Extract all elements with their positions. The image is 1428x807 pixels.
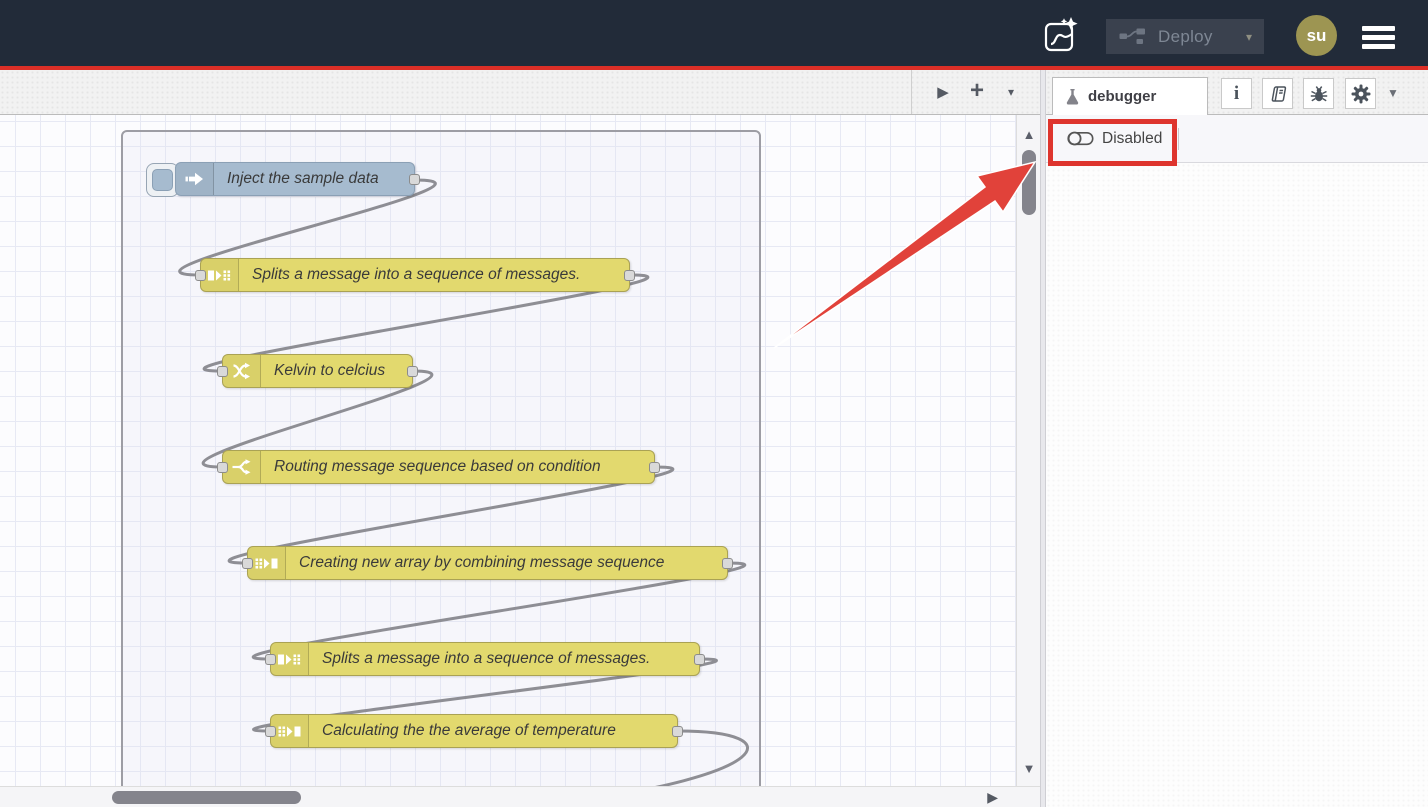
flow-tabbar: ▶ + ▾ <box>0 70 1040 115</box>
split-icon <box>201 259 239 291</box>
node-output-port[interactable] <box>694 654 705 665</box>
join-icon <box>271 715 309 747</box>
tab-debugger[interactable]: debugger <box>1052 77 1208 115</box>
info-button[interactable]: i <box>1221 78 1252 109</box>
annotation-red-underline <box>0 66 1428 70</box>
deploy-options-chevron-icon[interactable]: ▾ <box>1234 30 1252 44</box>
node-output-port[interactable] <box>407 366 418 377</box>
menu-bar <box>1362 44 1395 49</box>
book-icon <box>1268 85 1288 103</box>
node-input-port[interactable] <box>265 654 276 665</box>
scroll-tabs-right-icon[interactable]: ▶ <box>926 83 960 101</box>
add-flow-button[interactable]: + <box>960 77 994 105</box>
toolbar-separator <box>1178 128 1179 150</box>
debug-toolbar: Disabled <box>1046 115 1428 163</box>
flow-node-change[interactable]: Kelvin to celcius <box>222 354 413 388</box>
node-label: Splits a message into a sequence of mess… <box>239 259 594 291</box>
scroll-right-icon[interactable]: ▶ <box>987 789 998 806</box>
scroll-up-icon[interactable]: ▲ <box>1017 127 1041 142</box>
flow-canvas[interactable]: Inject the sample data Splits a message … <box>0 115 1016 786</box>
sidebar-tabrow: debugger i <box>1046 70 1428 115</box>
inject-trigger-inner <box>152 169 173 191</box>
flow-node-split[interactable]: Splits a message into a sequence of mess… <box>200 258 630 292</box>
node-output-port[interactable] <box>722 558 733 569</box>
menu-bar <box>1362 35 1395 40</box>
node-label: Inject the sample data <box>214 163 393 195</box>
tab-debugger-label: debugger <box>1088 88 1156 105</box>
node-label: Creating new array by combining message … <box>286 547 678 579</box>
node-input-port[interactable] <box>265 726 276 737</box>
gear-icon <box>1351 84 1371 104</box>
flow-list-chevron-icon[interactable]: ▾ <box>994 85 1028 99</box>
split-icon <box>271 643 309 675</box>
info-icon: i <box>1234 84 1239 103</box>
scroll-down-icon[interactable]: ▼ <box>1017 761 1041 776</box>
flow-node-switch[interactable]: Routing message sequence based on condit… <box>222 450 655 484</box>
deploy-button[interactable]: Deploy ▾ <box>1106 19 1264 54</box>
help-book-button[interactable] <box>1262 78 1293 109</box>
main-menu-icon[interactable] <box>1362 26 1395 49</box>
flow-node-join[interactable]: Calculating the the average of temperatu… <box>270 714 678 748</box>
canvas-horizontal-scrollbar[interactable]: ▶ <box>0 786 1040 807</box>
node-label: Calculating the the average of temperatu… <box>309 715 630 747</box>
bug-icon <box>1309 84 1329 104</box>
flow-tabbar-controls: ▶ + ▾ <box>911 70 1028 114</box>
flow-node-split[interactable]: Splits a message into a sequence of mess… <box>270 642 700 676</box>
menu-bar <box>1362 26 1395 31</box>
switch-icon <box>223 451 261 483</box>
deploy-nodes-icon <box>1119 28 1146 45</box>
node-output-port[interactable] <box>672 726 683 737</box>
flow-node-join[interactable]: Creating new array by combining message … <box>247 546 728 580</box>
flow-node-inject[interactable]: Inject the sample data <box>175 162 415 196</box>
node-output-port[interactable] <box>409 174 420 185</box>
node-input-port[interactable] <box>217 366 228 377</box>
node-label: Splits a message into a sequence of mess… <box>309 643 664 675</box>
change-icon <box>223 355 261 387</box>
inject-icon <box>176 163 214 195</box>
flow-assistant-icon[interactable] <box>1043 16 1079 54</box>
toggle-off-icon <box>1067 131 1094 146</box>
join-icon <box>248 547 286 579</box>
node-red-editor: Deploy ▾ su ▶ + ▾ <box>0 0 1428 807</box>
flask-icon <box>1065 88 1080 105</box>
node-output-port[interactable] <box>649 462 660 473</box>
config-nodes-button[interactable] <box>1345 78 1376 109</box>
node-input-port[interactable] <box>217 462 228 473</box>
sidebar-more-chevron-icon[interactable]: ▼ <box>1387 86 1399 100</box>
sidebar-panel: debugger i <box>1046 70 1428 807</box>
debug-disabled-toggle[interactable]: Disabled <box>1067 130 1162 148</box>
debug-disabled-label: Disabled <box>1102 130 1162 148</box>
user-avatar[interactable]: su <box>1296 15 1337 56</box>
node-output-port[interactable] <box>624 270 635 281</box>
node-label: Kelvin to celcius <box>261 355 399 387</box>
header-bar: Deploy ▾ su <box>0 0 1428 66</box>
node-input-port[interactable] <box>242 558 253 569</box>
debug-messages-panel <box>1046 163 1428 807</box>
deploy-label: Deploy <box>1158 27 1213 47</box>
vertical-scroll-thumb[interactable] <box>1022 150 1036 215</box>
canvas-vertical-scrollbar[interactable]: ▲ ▼ <box>1016 115 1040 786</box>
horizontal-scroll-thumb[interactable] <box>112 791 301 804</box>
node-input-port[interactable] <box>195 270 206 281</box>
node-label: Routing message sequence based on condit… <box>261 451 615 483</box>
debug-button[interactable] <box>1303 78 1334 109</box>
